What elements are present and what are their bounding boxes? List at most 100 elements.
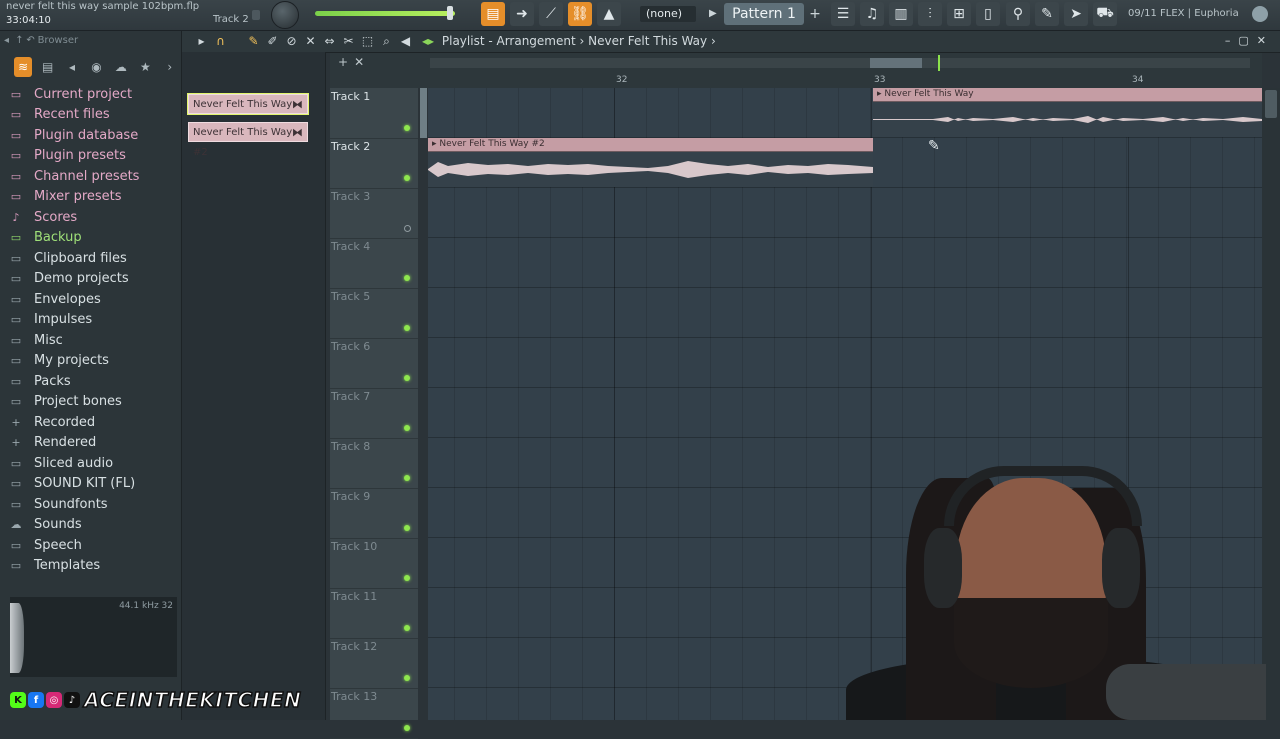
track-header[interactable]: Track 11 <box>330 588 418 639</box>
browser-item[interactable]: ▭ Current project <box>8 84 139 105</box>
cloud-filter-icon[interactable]: ☁ <box>112 57 130 77</box>
plugin-icon[interactable]: ⚲ <box>1006 2 1030 26</box>
browser-item[interactable]: ▭ Soundfonts <box>8 494 139 515</box>
pencil-icon[interactable]: ✎ <box>246 33 261 49</box>
track-header[interactable]: Track 6 <box>330 338 418 389</box>
track-mute-led[interactable] <box>404 725 410 731</box>
audio-clip[interactable]: ▸ Never Felt This Way #2 <box>428 138 873 187</box>
browser-item[interactable]: ▭ Recent files <box>8 105 139 126</box>
menu-arrow-icon[interactable]: ▸ <box>194 33 209 49</box>
track-header[interactable]: Track 2 <box>330 138 418 189</box>
track-mute-led[interactable] <box>404 675 410 681</box>
browser-item[interactable]: ▭ Impulses <box>8 310 139 331</box>
track-header[interactable]: Track 1 <box>330 88 418 139</box>
record-icon[interactable]: ▲ <box>597 2 621 26</box>
file-icon[interactable]: ▯ <box>976 2 1000 26</box>
play-pattern-icon[interactable]: ▶ <box>709 6 721 22</box>
picker-clip[interactable]: Never Felt This Way #2 ⧓ <box>188 122 308 158</box>
channel-rack-icon[interactable]: ▥ <box>889 2 913 26</box>
globe-icon[interactable] <box>1252 6 1268 22</box>
speaker-icon[interactable]: ◂ <box>63 57 81 77</box>
mixer-icon[interactable]: ⫶ <box>918 2 942 26</box>
slip-icon[interactable]: ⇔ <box>322 33 337 49</box>
browser-item[interactable]: ☁ Sounds <box>8 515 139 536</box>
arrow-up-icon[interactable]: ↑ <box>15 35 23 46</box>
link-icon[interactable]: ⛓ <box>568 2 592 26</box>
track-header[interactable]: Track 7 <box>330 388 418 439</box>
track-mute-led[interactable] <box>404 425 410 431</box>
back-icon[interactable]: ↶ <box>26 35 34 46</box>
track-header[interactable]: Track 10 <box>330 538 418 589</box>
pattern-target-select[interactable]: (none) <box>640 6 696 22</box>
track-mute-led[interactable] <box>404 475 410 481</box>
track-mute-led[interactable] <box>404 525 410 531</box>
cart-icon[interactable]: ⛟ <box>1093 2 1117 26</box>
piano-roll-icon[interactable]: ♫ <box>860 2 884 26</box>
browser-item[interactable]: ▭ Sliced audio <box>8 453 139 474</box>
browser-item[interactable]: ▭ My projects <box>8 351 139 372</box>
track-header[interactable]: Track 13 <box>330 688 418 739</box>
select-icon[interactable]: ⬚ <box>360 33 375 49</box>
master-volume-slider[interactable] <box>315 6 455 20</box>
track-header[interactable]: Track 5 <box>330 288 418 339</box>
all-files-icon[interactable]: ≋ <box>14 57 33 77</box>
tuner-icon[interactable]: ✎ <box>1035 2 1059 26</box>
browser-item[interactable]: ▭ Plugin presets <box>8 146 139 167</box>
timeline-ruler[interactable]: +✕ 32 33 34 <box>330 53 1262 88</box>
track-mute-led[interactable] <box>404 625 410 631</box>
track-header[interactable]: Track 4 <box>330 238 418 289</box>
browser-item[interactable]: ▭ Misc <box>8 330 139 351</box>
remove-track-icon[interactable]: ✕ <box>354 55 370 69</box>
typing-keyboard-button[interactable]: ▤ <box>481 2 505 26</box>
pattern-selector[interactable]: Pattern 1 <box>724 3 804 25</box>
close-icon[interactable]: ✕ <box>1257 34 1274 47</box>
browser-item[interactable]: ▭ Clipboard files <box>8 248 139 269</box>
browser-item[interactable]: ▭ Templates <box>8 556 139 577</box>
lock-icon[interactable] <box>252 10 260 20</box>
browser-item[interactable]: + Rendered <box>8 433 139 454</box>
arrow-left-icon[interactable]: ◂ <box>4 35 12 46</box>
track-mute-led[interactable] <box>404 275 410 281</box>
track-header[interactable]: Track 8 <box>330 438 418 489</box>
horizontal-scrollbar[interactable] <box>430 58 1250 68</box>
browser-item[interactable]: ▭ Project bones <box>8 392 139 413</box>
playback-icon[interactable]: ◀ <box>398 33 413 49</box>
track-mute-led[interactable] <box>404 375 410 381</box>
master-pitch-knob[interactable] <box>271 1 299 29</box>
browser-item[interactable]: ▭ Backup <box>8 228 139 249</box>
plugin-filter-icon[interactable]: ◉ <box>87 57 105 77</box>
brush-icon[interactable]: ✐ <box>265 33 280 49</box>
scroll-thumb[interactable] <box>870 58 922 68</box>
slider-thumb[interactable] <box>447 6 453 20</box>
add-pattern-button[interactable]: + <box>808 6 822 22</box>
browser-item[interactable]: ♪ Scores <box>8 207 139 228</box>
playlist-icon[interactable]: ☰ <box>831 2 855 26</box>
track-header[interactable]: Track 12 <box>330 638 418 689</box>
track-mute-led[interactable] <box>404 225 411 232</box>
track-header[interactable]: Track 9 <box>330 488 418 539</box>
audio-clip[interactable]: ▸ Never Felt This Way <box>873 88 1262 137</box>
maximize-icon[interactable]: ▢ <box>1238 34 1256 47</box>
project-icon[interactable]: ▤ <box>38 57 56 77</box>
track-mute-led[interactable] <box>404 125 410 131</box>
star-icon[interactable]: ★ <box>136 57 154 77</box>
sample-preview[interactable]: 44.1 kHz 32 <box>10 597 177 677</box>
play-icon[interactable]: ◂▸ <box>422 34 434 48</box>
send-icon[interactable]: ➤ <box>1064 2 1088 26</box>
browser-item[interactable]: + Recorded <box>8 412 139 433</box>
browser-item[interactable]: ▭ Speech <box>8 535 139 556</box>
track-mute-led[interactable] <box>404 175 410 181</box>
step-edit-icon[interactable]: ➜ <box>510 2 534 26</box>
browser-item[interactable]: ▭ Envelopes <box>8 289 139 310</box>
browser-item[interactable]: ▭ Mixer presets <box>8 187 139 208</box>
browser-item[interactable]: ▭ SOUND KIT (FL) <box>8 474 139 495</box>
add-track-icon[interactable]: + <box>338 55 354 69</box>
minimize-icon[interactable]: – <box>1225 34 1239 47</box>
browser-item[interactable]: ▭ Channel presets <box>8 166 140 187</box>
mute-icon[interactable]: ✕ <box>303 33 318 49</box>
delete-icon[interactable]: ⊘ <box>284 33 299 49</box>
chevron-right-icon[interactable]: › <box>161 57 179 77</box>
track-header[interactable]: Track 3 <box>330 188 418 239</box>
track-mute-led[interactable] <box>404 325 410 331</box>
zoom-icon[interactable]: ⌕ <box>379 33 394 49</box>
